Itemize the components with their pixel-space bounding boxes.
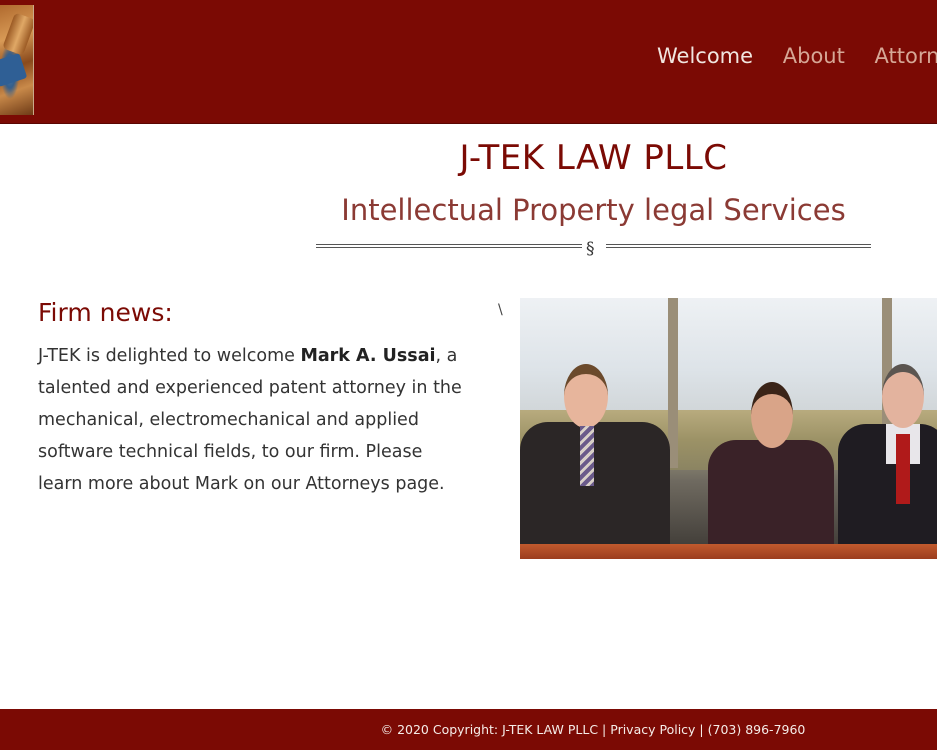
person-left (520, 364, 670, 544)
news-body-name: Mark A. Ussai (300, 346, 436, 366)
stray-character: \ (498, 302, 503, 318)
person-tie (896, 434, 910, 504)
person-head (882, 364, 924, 428)
nav-item-about[interactable]: About (783, 44, 845, 68)
news-heading: Firm news: (38, 298, 173, 327)
page-subtitle: Intellectual Property legal Services (341, 193, 846, 227)
person-body (708, 440, 834, 544)
footer-privacy-link[interactable]: Privacy Policy (610, 722, 695, 737)
person-middle (708, 382, 834, 544)
divider-left (316, 244, 582, 248)
divider-right (606, 244, 871, 248)
site-header: Welcome About Attorne (0, 0, 937, 124)
photo-table (520, 544, 937, 559)
person-right (838, 364, 937, 544)
nav-item-welcome[interactable]: Welcome (657, 44, 753, 68)
stamp-handle (2, 12, 33, 56)
main-nav: Welcome About Attorne (657, 44, 937, 68)
news-body-rest: , a talented and experienced patent atto… (38, 346, 462, 494)
nav-item-attorneys[interactable]: Attorne (875, 44, 937, 68)
news-body-intro: J-TEK is delighted to welcome (38, 346, 301, 366)
page-title: J-TEK LAW PLLC (459, 138, 728, 178)
stamp-logo-icon[interactable] (0, 5, 34, 115)
site-footer: © 2020 Copyright: J-TEK LAW PLLC | Priva… (0, 709, 937, 750)
news-body: J-TEK is delighted to welcome Mark A. Us… (38, 340, 468, 500)
footer-phone[interactable]: (703) 896-7960 (708, 722, 806, 737)
team-photo (520, 298, 937, 559)
footer-separator: | (695, 722, 708, 737)
person-head (564, 364, 608, 428)
footer-separator: | (598, 722, 611, 737)
section-sign-icon: § (586, 239, 595, 259)
person-body (520, 422, 670, 544)
stamp-base (0, 53, 28, 87)
person-tie (580, 426, 594, 486)
footer-text: © 2020 Copyright: J-TEK LAW PLLC | Priva… (0, 722, 937, 737)
footer-copyright: © 2020 Copyright: J-TEK LAW PLLC (380, 722, 599, 737)
person-head (751, 382, 793, 448)
